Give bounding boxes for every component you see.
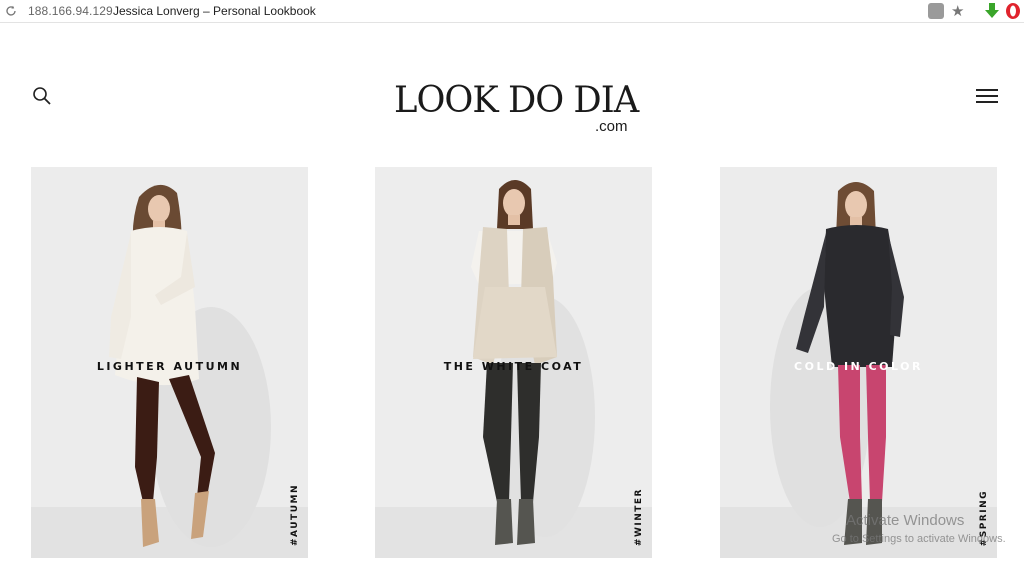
star-icon[interactable]: ★ (951, 2, 964, 20)
hamburger-menu-icon[interactable] (974, 86, 1000, 106)
card-caption: THE WHITE COAT (443, 360, 584, 373)
card-caption: LIGHTER AUTUMN (96, 360, 243, 373)
card-tag[interactable]: #AUTUMN (290, 484, 300, 546)
address-bar[interactable]: 188.166.94.129 (28, 4, 113, 18)
card-tag[interactable]: #WINTER (634, 488, 644, 546)
page-action-icon[interactable] (928, 3, 944, 19)
watermark-subtitle: Go to Settings to activate Windows. (832, 533, 1006, 545)
browser-toolbar: 188.166.94.129 Jessica Lonverg – Persona… (0, 0, 1024, 23)
opera-icon[interactable] (1005, 2, 1021, 20)
watermark-title: Activate Windows (846, 512, 965, 529)
lookbook-card-autumn[interactable]: LIGHTER AUTUMN #AUTUMN (31, 167, 308, 558)
site-logo[interactable]: LOOK DO DIA .com (392, 80, 639, 140)
lookbook-card-winter[interactable]: THE WHITE COAT #WINTER (375, 167, 652, 558)
logo-main-text: LOOK DO DIA (394, 80, 639, 121)
search-icon[interactable] (30, 84, 54, 108)
windows-activation-watermark: Activate Windows Go to Settings to activ… (832, 512, 1006, 545)
logo-sub-text: .com (595, 118, 628, 135)
reload-icon[interactable] (4, 4, 18, 18)
download-extension-icon[interactable] (984, 2, 1000, 20)
lookbook-card-spring[interactable]: COLD IN COLOR #SPRING (720, 167, 997, 558)
page-title: Jessica Lonverg – Personal Lookbook (113, 4, 316, 18)
card-caption: COLD IN COLOR (794, 360, 923, 373)
